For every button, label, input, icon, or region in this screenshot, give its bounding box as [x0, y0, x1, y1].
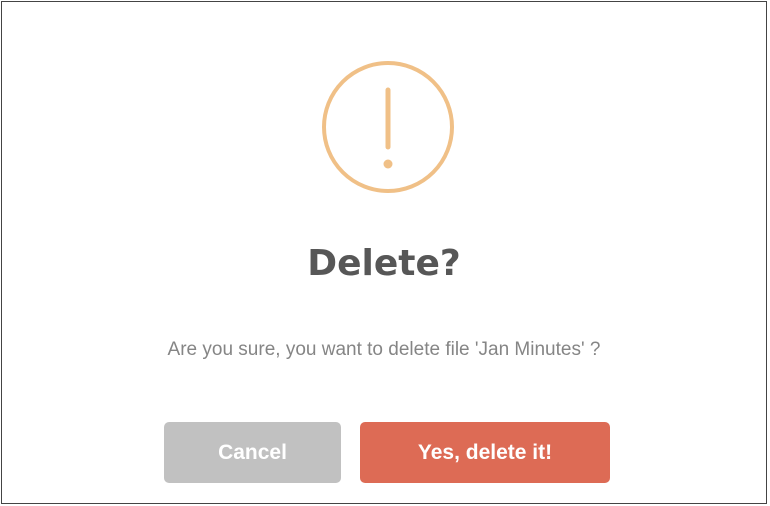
cancel-button[interactable]: Cancel	[164, 422, 341, 483]
dialog-message: Are you sure, you want to delete file 'J…	[167, 339, 601, 360]
dialog-title: Delete?	[307, 243, 461, 284]
delete-confirmation-dialog: Delete? Are you sure, you want to delete…	[1, 1, 767, 504]
exclamation-circle-icon	[322, 61, 454, 193]
confirm-delete-button[interactable]: Yes, delete it!	[360, 422, 610, 483]
